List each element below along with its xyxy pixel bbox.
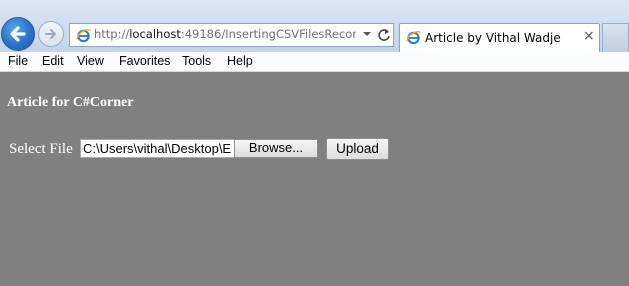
- menu-edit[interactable]: Edit: [42, 54, 64, 68]
- menu-view[interactable]: View: [77, 54, 104, 68]
- url-text[interactable]: http://localhost:49186/InsertingCSVFiles…: [94, 27, 356, 43]
- back-arrow-icon: [10, 26, 26, 42]
- url-path: :49186/InsertingCSVFilesRecords/Default.…: [180, 27, 356, 41]
- tab-title: Article by Vithal Wadje: [425, 31, 561, 45]
- chevron-down-icon[interactable]: [362, 29, 372, 39]
- browser-tab[interactable]: Article by Vithal Wadje ×: [399, 23, 600, 52]
- url-host: localhost: [129, 27, 181, 41]
- back-button[interactable]: [1, 17, 35, 51]
- close-icon[interactable]: ×: [583, 28, 595, 44]
- refresh-icon[interactable]: [377, 27, 391, 43]
- browser-toolbar: http://localhost:49186/InsertingCSVFiles…: [0, 0, 629, 52]
- new-tab-button[interactable]: [602, 23, 629, 52]
- file-path-input[interactable]: C:\Users\vithal\Desktop\E: [80, 139, 235, 158]
- menu-file[interactable]: File: [8, 54, 28, 68]
- tab-ie-icon: [406, 31, 421, 45]
- menu-tools[interactable]: Tools: [182, 54, 211, 68]
- menu-bar: File Edit View Favorites Tools Help: [0, 52, 629, 72]
- upload-button[interactable]: Upload: [326, 138, 389, 160]
- browse-button[interactable]: Browse...: [234, 139, 318, 158]
- menu-favorites[interactable]: Favorites: [119, 54, 170, 68]
- forward-arrow-icon: [45, 29, 56, 39]
- page-title: Article for C#Corner: [7, 95, 134, 110]
- address-bar[interactable]: http://localhost:49186/InsertingCSVFiles…: [69, 23, 394, 47]
- file-path-value: C:\Users\vithal\Desktop\E: [83, 141, 232, 156]
- forward-button[interactable]: [38, 21, 64, 47]
- ie-icon: [76, 29, 91, 43]
- select-file-label: Select File: [9, 141, 73, 157]
- menu-help[interactable]: Help: [227, 54, 253, 68]
- url-prefix: http://: [94, 27, 130, 41]
